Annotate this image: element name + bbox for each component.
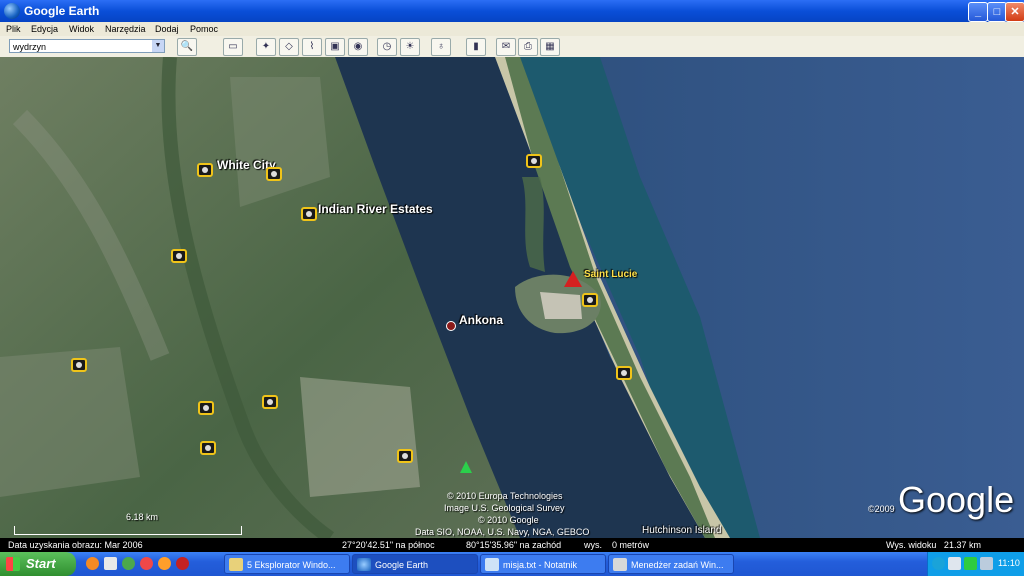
scale-bar	[14, 526, 242, 535]
park-icon[interactable]	[460, 461, 472, 473]
photo-icon[interactable]	[262, 395, 278, 409]
menu-view[interactable]: Widok	[69, 24, 94, 34]
attribution-line-4: Data SIO, NOAA, U.S. Navy, NGA, GEBCO	[415, 527, 590, 537]
add-placemark-icon[interactable]: ✦	[256, 38, 276, 56]
task-label: Google Earth	[375, 560, 429, 570]
photo-icon[interactable]	[200, 441, 216, 455]
save-image-icon[interactable]: ▦	[540, 38, 560, 56]
maximize-button[interactable]: □	[987, 2, 1007, 22]
search-input[interactable]: wydrzyn ▼	[9, 39, 165, 53]
place-saint-lucie[interactable]: Saint Lucie	[584, 269, 637, 280]
task-notepad[interactable]: misja.txt - Notatnik	[480, 554, 606, 574]
scale-label: 6.18 km	[126, 512, 159, 522]
email-icon[interactable]: ✉	[496, 38, 516, 56]
ruler-icon[interactable]: ▮	[466, 38, 486, 56]
photo-icon[interactable]	[71, 358, 87, 372]
warning-icon[interactable]	[564, 271, 582, 287]
photo-icon[interactable]	[171, 249, 187, 263]
map-view[interactable]: White City Indian River Estates Ankona S…	[0, 57, 1024, 538]
sidebar-toggle-icon[interactable]: ▭	[223, 38, 243, 56]
record-tour-icon[interactable]: ◉	[348, 38, 368, 56]
opera-icon[interactable]	[176, 557, 189, 570]
photo-icon[interactable]	[197, 163, 213, 177]
planets-icon[interactable]: ♁	[431, 38, 451, 56]
satellite-imagery	[0, 57, 1024, 538]
location-pin-icon[interactable]	[446, 321, 456, 331]
minimize-button[interactable]: _	[968, 2, 988, 22]
chrome-icon[interactable]	[122, 557, 135, 570]
status-icon[interactable]	[964, 557, 977, 570]
place-hutchinson-island[interactable]: Hutchinson Island	[642, 525, 722, 536]
close-button[interactable]: ✕	[1005, 2, 1024, 22]
attribution-line-2: Image U.S. Geological Survey	[444, 503, 565, 513]
quicklaunch-icon[interactable]	[158, 557, 171, 570]
attribution-line-3: © 2010 Google	[478, 515, 539, 525]
folder-icon	[229, 558, 243, 571]
add-polygon-icon[interactable]: ◇	[279, 38, 299, 56]
google-earth-icon	[357, 558, 371, 571]
longitude-readout: 80°15'35.96" na zachód	[466, 540, 562, 550]
task-google-earth[interactable]: Google Earth	[352, 554, 478, 574]
place-ankona[interactable]: Ankona	[459, 313, 503, 327]
add-path-icon[interactable]: ⌇	[302, 38, 322, 56]
clock: 11:10	[998, 558, 1020, 568]
imagery-date: Data uzyskania obrazu: Mar 2006	[8, 540, 143, 550]
photo-icon[interactable]	[301, 207, 317, 221]
toolbar: wydrzyn ▼ 🔍 ▭ ✦ ◇ ⌇ ▣ ◉ ◷ ☀ ♁ ▮ ✉ ⎙ ▦	[0, 36, 1024, 58]
google-logo: Google	[898, 479, 1015, 520]
windows-flag-icon	[6, 557, 20, 571]
start-button[interactable]: Start	[0, 552, 76, 576]
task-explorer[interactable]: 5 Eksplorator Windo...	[224, 554, 350, 574]
system-tray: 11:10	[927, 552, 1024, 576]
historical-imagery-icon[interactable]: ◷	[377, 38, 397, 56]
photo-icon[interactable]	[526, 154, 542, 168]
photo-icon[interactable]	[582, 293, 598, 307]
status-bar: Data uzyskania obrazu: Mar 2006 27°20'42…	[0, 538, 1024, 552]
menu-edit[interactable]: Edycja	[31, 24, 58, 34]
latitude-readout: 27°20'42.51" na północ	[342, 540, 435, 550]
search-value: wydrzyn	[13, 42, 47, 52]
google-earth-icon	[4, 3, 20, 19]
menu-tools[interactable]: Narzędzia	[105, 24, 146, 34]
photo-icon[interactable]	[397, 449, 413, 463]
menu-file[interactable]: Plik	[6, 24, 21, 34]
arrow-icon[interactable]	[932, 557, 945, 570]
task-manager-icon	[613, 558, 627, 571]
chevron-down-icon[interactable]: ▼	[152, 40, 164, 52]
task-task-manager[interactable]: Menedżer zadań Win...	[608, 554, 734, 574]
start-label: Start	[26, 556, 56, 571]
volume-icon[interactable]	[980, 557, 993, 570]
task-label: misja.txt - Notatnik	[503, 560, 578, 570]
menu-help[interactable]: Pomoc	[190, 24, 218, 34]
photo-icon[interactable]	[616, 366, 632, 380]
eye-altitude-readout: Wys. widoku 21.37 km	[886, 540, 981, 550]
sunlight-icon[interactable]: ☀	[400, 38, 420, 56]
notepad-icon	[485, 558, 499, 571]
task-label: 5 Eksplorator Windo...	[247, 560, 336, 570]
print-icon[interactable]: ⎙	[518, 38, 538, 56]
menu-add[interactable]: Dodaj	[155, 24, 179, 34]
window-title: Google Earth	[24, 4, 100, 18]
documents-icon[interactable]	[104, 557, 117, 570]
photo-icon[interactable]	[266, 167, 282, 181]
search-button[interactable]: 🔍	[177, 38, 197, 56]
menu-bar: Plik Edycja Widok Narzędzia Dodaj Pomoc	[0, 22, 1024, 36]
network-icon[interactable]	[948, 557, 961, 570]
taskbar: Start 5 Eksplorator Windo... Google Eart…	[0, 552, 1024, 576]
logo-year: ©2009	[868, 504, 895, 514]
quicklaunch-icon[interactable]	[140, 557, 153, 570]
photo-icon[interactable]	[198, 401, 214, 415]
task-label: Menedżer zadań Win...	[631, 560, 724, 570]
attribution-line-1: © 2010 Europa Technologies	[447, 491, 563, 501]
firefox-icon[interactable]	[86, 557, 99, 570]
title-bar: Google Earth _ □ ✕	[0, 0, 1024, 22]
add-overlay-icon[interactable]: ▣	[325, 38, 345, 56]
elevation-readout: wys. 0 metrów	[584, 540, 650, 550]
place-indian-river-estates[interactable]: Indian River Estates	[318, 202, 433, 216]
